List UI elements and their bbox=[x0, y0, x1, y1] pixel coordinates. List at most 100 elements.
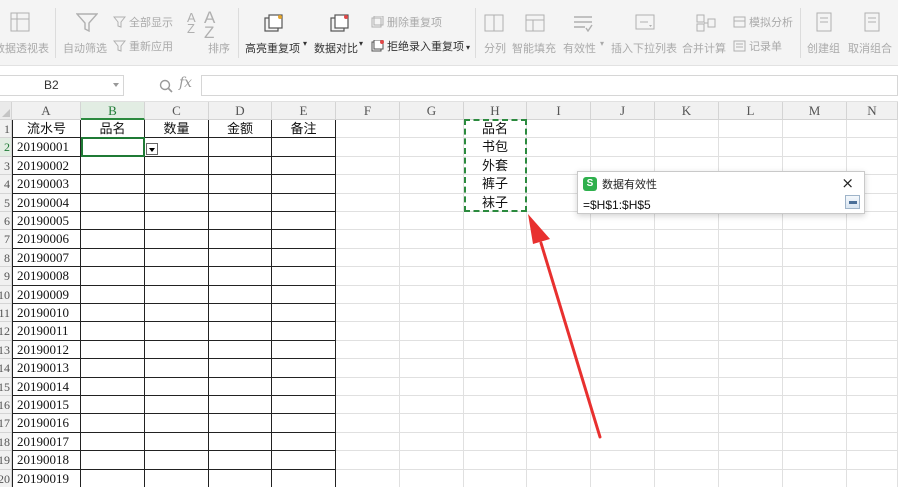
cell[interactable] bbox=[81, 469, 145, 487]
row-header[interactable]: 11 bbox=[0, 304, 12, 323]
cell[interactable] bbox=[847, 248, 898, 268]
cell[interactable] bbox=[591, 138, 655, 157]
cell[interactable] bbox=[145, 230, 209, 249]
cell[interactable] bbox=[719, 120, 783, 139]
cell[interactable] bbox=[464, 414, 527, 433]
row-header[interactable]: 19 bbox=[0, 451, 12, 470]
data-cell[interactable]: 裤子 bbox=[464, 175, 527, 194]
data-cell[interactable]: 20190003 bbox=[12, 175, 81, 194]
cell[interactable] bbox=[336, 175, 400, 194]
data-cell[interactable]: 20190014 bbox=[12, 377, 81, 396]
cell[interactable] bbox=[400, 248, 464, 268]
reapply-button[interactable]: 重新应用 bbox=[113, 38, 173, 54]
close-button[interactable]: × bbox=[841, 174, 854, 192]
cell[interactable] bbox=[145, 451, 209, 470]
cell[interactable] bbox=[400, 175, 464, 194]
cell[interactable] bbox=[847, 138, 898, 157]
cell[interactable] bbox=[400, 285, 464, 304]
column-header-c[interactable]: C bbox=[145, 102, 209, 120]
cell[interactable] bbox=[847, 451, 898, 470]
cell[interactable] bbox=[272, 322, 336, 341]
cell[interactable] bbox=[145, 469, 209, 487]
cell[interactable] bbox=[783, 396, 847, 415]
cell[interactable] bbox=[847, 377, 898, 396]
cell[interactable] bbox=[783, 432, 847, 452]
cell[interactable] bbox=[464, 248, 527, 268]
cell[interactable] bbox=[145, 414, 209, 433]
cell[interactable] bbox=[719, 377, 783, 396]
cell[interactable] bbox=[719, 340, 783, 360]
column-header-i[interactable]: I bbox=[527, 102, 591, 120]
column-header-n[interactable]: N bbox=[847, 102, 898, 120]
cell[interactable] bbox=[464, 267, 527, 286]
chevron-down-icon[interactable] bbox=[113, 83, 119, 87]
cell[interactable] bbox=[209, 230, 272, 249]
cell[interactable] bbox=[719, 359, 783, 378]
data-cell[interactable]: 20190007 bbox=[12, 248, 81, 268]
cell[interactable] bbox=[336, 248, 400, 268]
cell[interactable] bbox=[400, 267, 464, 286]
cell[interactable] bbox=[527, 414, 591, 433]
data-cell[interactable]: 书包 bbox=[464, 138, 527, 157]
cell[interactable] bbox=[272, 414, 336, 433]
ungroup-button[interactable]: 取消组合 bbox=[846, 0, 898, 66]
row-header[interactable]: 14 bbox=[0, 359, 12, 378]
cell[interactable] bbox=[145, 432, 209, 452]
cell[interactable] bbox=[81, 212, 145, 231]
cell[interactable] bbox=[847, 230, 898, 249]
cell[interactable] bbox=[783, 469, 847, 487]
cell[interactable] bbox=[145, 322, 209, 341]
cell[interactable] bbox=[209, 340, 272, 360]
cell[interactable] bbox=[209, 267, 272, 286]
column-header-d[interactable]: D bbox=[209, 102, 272, 120]
cell[interactable] bbox=[783, 377, 847, 396]
column-header-g[interactable]: G bbox=[400, 102, 464, 120]
cell[interactable] bbox=[81, 285, 145, 304]
cell[interactable] bbox=[145, 212, 209, 231]
cell[interactable] bbox=[272, 304, 336, 323]
cell[interactable] bbox=[336, 322, 400, 341]
row-header[interactable]: 15 bbox=[0, 377, 12, 396]
cell[interactable] bbox=[591, 340, 655, 360]
cell[interactable] bbox=[591, 230, 655, 249]
cell[interactable] bbox=[655, 304, 719, 323]
cell[interactable] bbox=[655, 377, 719, 396]
cell[interactable] bbox=[81, 267, 145, 286]
cell[interactable] bbox=[783, 359, 847, 378]
data-cell[interactable]: 20190008 bbox=[12, 267, 81, 286]
cell[interactable] bbox=[336, 432, 400, 452]
cell[interactable] bbox=[783, 322, 847, 341]
cell[interactable] bbox=[847, 359, 898, 378]
cell[interactable] bbox=[591, 120, 655, 139]
cell[interactable] bbox=[209, 212, 272, 231]
cell[interactable] bbox=[719, 230, 783, 249]
cell[interactable] bbox=[145, 340, 209, 360]
cell[interactable] bbox=[209, 248, 272, 268]
cell[interactable] bbox=[81, 304, 145, 323]
cell[interactable] bbox=[272, 432, 336, 452]
cell[interactable] bbox=[527, 230, 591, 249]
cell[interactable] bbox=[847, 414, 898, 433]
cell[interactable] bbox=[655, 322, 719, 341]
data-cell[interactable]: 20190011 bbox=[12, 322, 81, 341]
cell[interactable] bbox=[336, 469, 400, 487]
cell[interactable] bbox=[81, 340, 145, 360]
column-header-e[interactable]: E bbox=[272, 102, 336, 120]
cell[interactable] bbox=[591, 432, 655, 452]
cell[interactable] bbox=[591, 451, 655, 470]
cell[interactable] bbox=[272, 451, 336, 470]
delete-duplicates-button[interactable]: 删除重复项 bbox=[371, 14, 442, 30]
cell[interactable] bbox=[145, 377, 209, 396]
cell[interactable] bbox=[209, 156, 272, 176]
cell[interactable] bbox=[336, 138, 400, 157]
cell[interactable] bbox=[527, 285, 591, 304]
cell[interactable] bbox=[464, 304, 527, 323]
cell[interactable] bbox=[81, 248, 145, 268]
cell[interactable] bbox=[527, 451, 591, 470]
cell[interactable] bbox=[209, 396, 272, 415]
data-cell[interactable]: 20190009 bbox=[12, 285, 81, 304]
data-cell[interactable]: 20190012 bbox=[12, 340, 81, 360]
split-columns-button[interactable]: 分列 bbox=[481, 0, 509, 66]
cell[interactable] bbox=[591, 248, 655, 268]
column-header-h[interactable]: H bbox=[464, 102, 527, 120]
